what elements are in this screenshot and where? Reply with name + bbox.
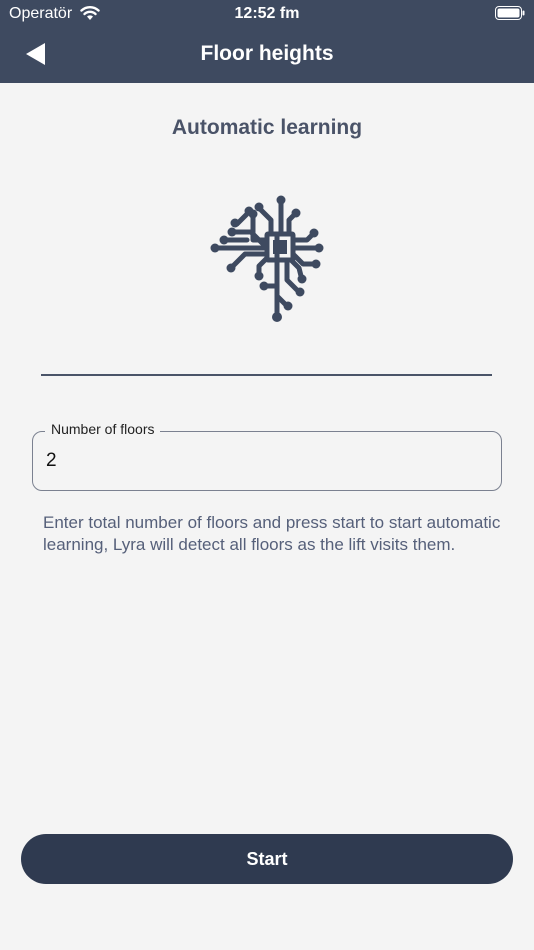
floors-field-label: Number of floors [45, 421, 161, 437]
section-title: Automatic learning [171, 116, 363, 139]
circuit-brain-icon [207, 190, 327, 329]
page-title: Floor heights [200, 42, 334, 65]
start-button[interactable]: Start [21, 834, 513, 884]
help-text: Enter total number of floors and press s… [43, 513, 501, 554]
divider [41, 374, 492, 376]
battery-icon [495, 6, 525, 25]
status-bar: Operatör 12:52 fm [0, 0, 534, 28]
floors-field[interactable]: Number of floors [32, 421, 502, 491]
nav-bar: Floor heights [0, 28, 534, 83]
status-time: 12:52 fm [234, 5, 300, 22]
floors-input[interactable] [46, 450, 486, 472]
